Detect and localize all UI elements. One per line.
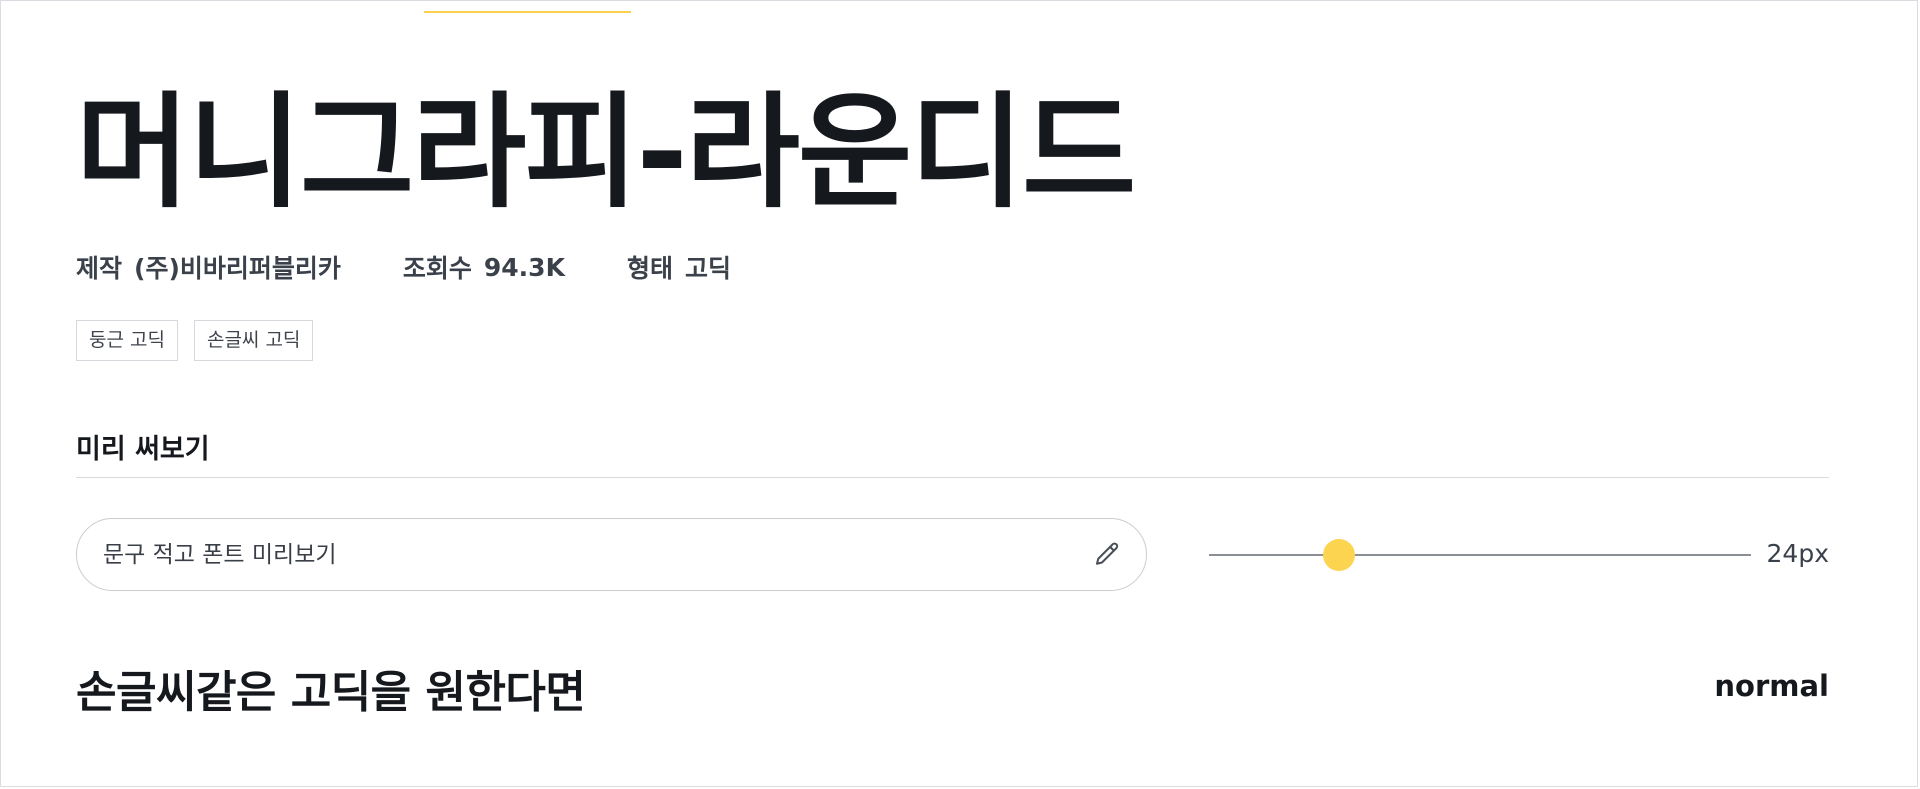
type-value: 고딕 [684,254,731,283]
font-tags: 둥근 고딕 손글씨 고딕 [76,320,329,361]
preview-sample-text: 손글씨같은 고딕을 원한다면 [76,667,586,718]
tag-handwriting-gothic[interactable]: 손글씨 고딕 [193,320,314,361]
font-detail-page: 머니그라피-라운디드 제작 (주)비바리퍼블리카 조회수 94.3K 형태 고딕… [0,0,1918,787]
slider-thumb[interactable] [1323,539,1356,571]
section-divider [76,477,1829,478]
font-size-slider[interactable] [1209,527,1751,583]
font-meta: 제작 (주)비바리퍼블리카 조회수 94.3K 형태 고딕 [76,249,793,285]
slider-track[interactable] [1209,554,1751,556]
preview-section-title: 미리 써보기 [76,434,210,465]
preview-text-input[interactable] [101,540,1090,569]
maker-label: 제작 [76,254,123,283]
maker-value[interactable]: (주)비바리퍼블리카 [134,249,341,285]
type-info: 형태 고딕 [627,249,731,285]
type-label: 형태 [626,254,673,283]
maker-info: 제작 (주)비바리퍼블리카 [76,249,341,285]
font-size-value: 24px [1766,539,1829,568]
tag-rounded-gothic[interactable]: 둥근 고딕 [76,320,178,361]
font-name-title: 머니그라피-라운디드 [76,81,1136,225]
views-label: 조회수 [402,254,472,283]
views-value: 94.3K [483,252,565,282]
pencil-icon[interactable] [1090,538,1124,572]
views-info: 조회수 94.3K [403,249,565,285]
font-weight-label: normal [1714,669,1829,703]
active-tab-indicator [424,11,631,13]
preview-input-box[interactable] [76,518,1147,591]
